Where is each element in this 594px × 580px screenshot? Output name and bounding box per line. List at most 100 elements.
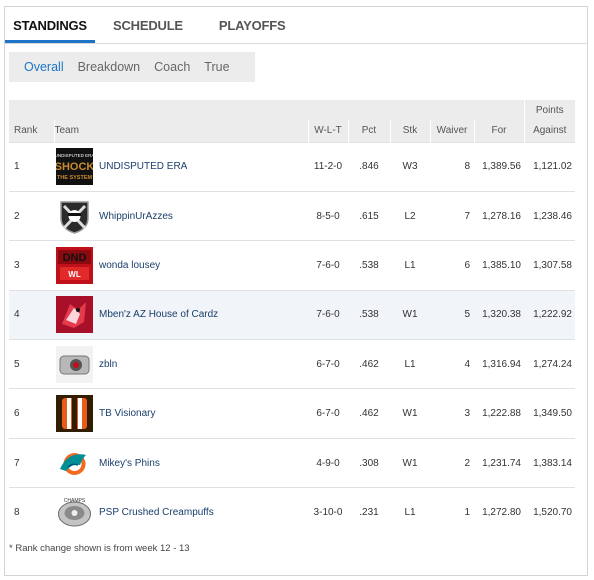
standings-subnav: Overall Breakdown Coach True [9,52,255,82]
dolphins-logo[interactable] [56,444,93,482]
waiver-cell: 2 [430,437,474,488]
table-row[interactable]: 3 DND WL wonda lousey 7-6-0.538 L1 6 1,385.10 1,… [9,240,575,291]
streak-cell: W1 [390,388,430,439]
points-for-cell: 1,222.88 [474,388,524,439]
subnav-coach[interactable]: Coach [147,60,197,74]
points-for-cell: 1,278.16 [474,190,524,241]
footnote: * Rank change shown is from week 12 - 13 [9,543,190,554]
streak-cell: L1 [390,240,430,291]
col-stk[interactable]: Stk [389,120,430,142]
wlt-cell: 3-10-0 [308,487,348,538]
team-link[interactable]: TB Visionary [99,408,156,419]
raiders-logo[interactable] [56,197,93,235]
rank-cell: 2 [9,190,54,241]
points-against-cell: 1,520.70 [524,487,575,538]
points-for-cell: 1,385.10 [474,240,524,291]
streak-cell: L1 [390,339,430,389]
waiver-cell: 6 [430,240,474,291]
points-against-cell: 1,222.92 [524,289,575,340]
main-tabs: STANDINGS SCHEDULE PLAYOFFS [5,7,587,44]
pct-cell: .308 [348,437,390,488]
team-link[interactable]: PSP Crushed Creampuffs [99,507,214,518]
svg-text:CHAMPS: CHAMPS [64,498,86,504]
col-pct[interactable]: Pct [347,120,390,142]
team-link[interactable]: WhippinUrAzzes [99,211,173,222]
streak-cell: L1 [390,487,430,538]
subnav-true[interactable]: True [197,60,236,74]
team-cell: Mikey's Phins [54,444,308,482]
waiver-cell: 3 [430,388,474,439]
tab-schedule[interactable]: SCHEDULE [95,7,201,43]
header-spacer [9,100,524,120]
team-cell: TB Visionary [54,395,308,433]
col-against[interactable]: Against [523,120,575,142]
standings-table: Points Rank Team W-L-T Pct Stk Waiver Fo… [9,100,575,538]
col-waiver[interactable]: Waiver [429,120,474,142]
tab-playoffs[interactable]: PLAYOFFS [201,7,304,43]
wlt-cell: 8-5-0 [308,190,348,241]
table-row[interactable]: 2 WhippinUrAzzes 8-5-0.615 L2 7 1,278.16 1,238… [9,190,575,241]
pct-cell: .846 [348,141,390,192]
col-wlt[interactable]: W-L-T [307,120,348,142]
col-for[interactable]: For [473,120,524,142]
pct-cell: .231 [348,487,390,538]
svg-text:DND: DND [63,252,87,264]
team-link[interactable]: wonda lousey [99,260,160,271]
team-cell: DND WL wonda lousey [54,246,308,284]
wlt-cell: 7-6-0 [308,289,348,340]
streak-cell: L2 [390,190,430,241]
table-row[interactable]: 5 zbln 6-7-0.462 L1 4 1,316.94 1,274.24 [9,339,575,389]
table-row[interactable]: 7 Mikey's Phins 4-9-0.308 W1 2 1,231.74 1,383.… [9,437,575,488]
pct-cell: .538 [348,289,390,340]
team-cell: zbln [54,345,308,383]
pct-cell: .462 [348,339,390,389]
points-against-cell: 1,238.46 [524,190,575,241]
table-row[interactable]: 8 CHAMPS PSP Crushed Creampuffs 3-10-0.231 L… [9,487,575,538]
points-against-cell: 1,349.50 [524,388,575,439]
pct-cell: .538 [348,240,390,291]
team-link[interactable]: Mben'z AZ House of Cardz [99,309,218,320]
rank-cell: 7 [9,437,54,488]
team-link[interactable]: zbln [99,359,117,370]
ring-logo[interactable] [56,345,93,383]
col-rank[interactable]: Rank [9,120,54,142]
browns-stripes-logo[interactable] [56,395,93,433]
points-group-header: Points [523,100,575,120]
team-cell: UNDISPUTED ERA SHOCK THE SYSTEM UNDISPUTED … [54,148,308,186]
points-against-cell: 1,274.24 [524,339,575,389]
svg-text:WL: WL [68,270,81,279]
waiver-cell: 4 [430,339,474,389]
wlt-cell: 4-9-0 [308,437,348,488]
svg-text:THE SYSTEM: THE SYSTEM [57,175,93,181]
wlt-cell: 11-2-0 [308,141,348,192]
col-team[interactable]: Team [53,120,308,142]
table-row[interactable]: 6 TB Visionary 6-7-0.462 W1 3 1,222.88 1,349.5… [9,388,575,439]
cardinals-logo[interactable] [56,296,93,334]
streak-cell: W3 [390,141,430,192]
wlt-cell: 7-6-0 [308,240,348,291]
red-dnd-logo[interactable]: DND WL [56,246,93,284]
points-for-cell: 1,320.38 [474,289,524,340]
team-cell: WhippinUrAzzes [54,197,308,235]
rank-cell: 5 [9,339,54,389]
streak-cell: W1 [390,437,430,488]
table-row[interactable]: 4 Mben'z AZ House of Cardz 7-6-0.538 W1 5 1,3… [9,289,575,340]
shock-the-system-logo[interactable]: UNDISPUTED ERA SHOCK THE SYSTEM [56,148,93,186]
table-row[interactable]: 1 UNDISPUTED ERA SHOCK THE SYSTEM UNDISPUTED… [9,141,575,192]
subnav-breakdown[interactable]: Breakdown [71,60,148,74]
tab-standings[interactable]: STANDINGS [5,7,95,43]
championship-ring-logo[interactable]: CHAMPS [56,494,93,532]
points-against-cell: 1,121.02 [524,141,575,192]
wlt-cell: 6-7-0 [308,339,348,389]
rank-cell: 6 [9,388,54,439]
waiver-cell: 7 [430,190,474,241]
rank-cell: 3 [9,240,54,291]
subnav-overall[interactable]: Overall [9,60,71,74]
team-link[interactable]: UNDISPUTED ERA [99,161,187,172]
pct-cell: .615 [348,190,390,241]
team-link[interactable]: Mikey's Phins [99,458,160,469]
points-for-cell: 1,389.56 [474,141,524,192]
waiver-cell: 8 [430,141,474,192]
svg-text:UNDISPUTED ERA: UNDISPUTED ERA [56,153,93,158]
waiver-cell: 5 [430,289,474,340]
